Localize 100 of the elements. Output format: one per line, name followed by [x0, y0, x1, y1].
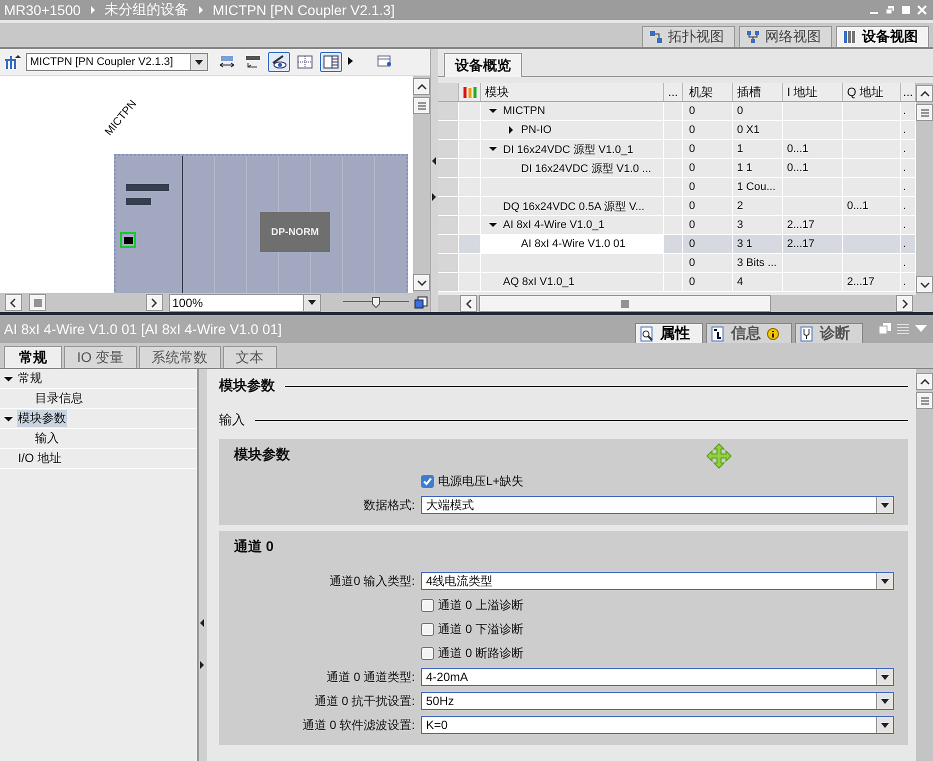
expanded-icon[interactable] [489, 107, 497, 115]
port-icon[interactable] [120, 232, 136, 248]
table-row[interactable]: AI 8xI 4-Wire V1.0 01 0 3 1 2...17 . [438, 235, 916, 254]
checkbox-label[interactable]: 通道 0 下溢诊断 [438, 620, 524, 638]
table-cell: 0 [683, 102, 733, 120]
expanded-icon[interactable] [489, 221, 497, 229]
column-header[interactable]: I 地址 [783, 83, 843, 101]
column-header[interactable]: Q 地址 [843, 83, 901, 101]
column-header[interactable]: ... [664, 83, 683, 101]
grip-icon [621, 300, 629, 308]
network-icon [746, 30, 760, 44]
checkbox[interactable] [421, 622, 434, 636]
nav-item[interactable]: 常规 [17, 370, 43, 387]
checkbox[interactable] [421, 598, 434, 612]
table-row[interactable]: DI 16x24VDC 源型 V1.0_1 0 1 0...1 . [438, 140, 916, 159]
table-row[interactable]: DI 16x24VDC 源型 V1.0 ... 0 1 1 0...1 . [438, 159, 916, 178]
column-header[interactable]: 机架 [683, 83, 733, 101]
property-tab[interactable]: IO 变量 [64, 346, 137, 368]
table-row[interactable]: 0 3 Bits ... . [438, 254, 916, 273]
network-icon[interactable] [4, 54, 22, 70]
property-tab[interactable]: 常规 [4, 346, 62, 368]
dropdown-field[interactable]: 4线电流类型 [421, 572, 894, 590]
panel-tab[interactable]: 属性 [635, 323, 703, 343]
device-rack[interactable]: DP-NORM [114, 154, 408, 293]
collapse-left-icon[interactable] [200, 619, 204, 627]
scroll-thumb[interactable] [916, 392, 933, 409]
expanded-icon[interactable] [4, 414, 13, 422]
tools-icon [462, 85, 476, 99]
property-tab[interactable]: 系统常数 [138, 346, 221, 368]
panel-tab[interactable]: 信息 [706, 323, 792, 343]
nav-item[interactable]: I/O 地址 [17, 450, 62, 467]
device-select[interactable]: MICTPN [PN Coupler V2.1.3] [26, 53, 208, 71]
scroll-thumb[interactable] [413, 97, 430, 114]
status-bar-icon [126, 184, 169, 191]
view-tab[interactable]: 设备视图 [836, 26, 929, 47]
scroll-right-button[interactable] [146, 294, 163, 311]
eye-toolbar-button[interactable] [268, 52, 290, 72]
view-tab[interactable]: 拓扑视图 [642, 26, 735, 47]
nav-item[interactable]: 模块参数 [17, 410, 67, 427]
checkbox-label[interactable]: 通道 0 上溢诊断 [438, 596, 524, 614]
scroll-up-button[interactable] [916, 85, 933, 102]
dropdown-field[interactable]: 50Hz [421, 692, 894, 710]
close-icon[interactable] [917, 5, 927, 15]
grip-icon [32, 298, 43, 306]
panel-tab[interactable]: 诊断 [795, 323, 863, 343]
scroll-down-button[interactable] [413, 274, 430, 291]
expand-right-icon[interactable] [432, 193, 436, 201]
dropdown-field[interactable]: 4-20mA [421, 668, 894, 686]
scroll-left-button[interactable] [4, 294, 22, 311]
scroll-thumb[interactable] [916, 104, 933, 121]
table-cell: 2 [733, 197, 783, 215]
checkbox[interactable] [421, 474, 434, 488]
table-cell: 3 1 [733, 235, 783, 253]
module-name: AQ 8xI V1.0_1 [503, 276, 575, 288]
expanded-icon[interactable] [4, 374, 13, 382]
field-label: 通道 0 抗干扰设置: [313, 692, 415, 710]
table-row[interactable]: DQ 16x24VDC 0.5A 源型 V... 0 2 0...1 . [438, 197, 916, 216]
table-row[interactable]: AQ 8xI V1.0_1 0 4 2...17 . [438, 273, 916, 292]
scroll-up-button[interactable] [413, 78, 430, 95]
zoom-slider[interactable] [343, 296, 410, 308]
table-row[interactable]: MICTPN 0 0 . [438, 102, 916, 121]
collapsed-icon[interactable] [507, 126, 515, 134]
scroll-down-button[interactable] [916, 276, 933, 293]
module-block[interactable]: DP-NORM [260, 212, 330, 252]
column-header[interactable]: 插槽 [733, 83, 783, 101]
table-row[interactable]: 0 1 Cou... . [438, 178, 916, 197]
column-header[interactable]: 模块 [481, 83, 664, 101]
table-cell: 4 [733, 273, 783, 291]
dropdown-field[interactable]: 大端模式 [421, 496, 894, 514]
scroll-thumb[interactable] [479, 295, 771, 312]
breadcrumb-arrow-icon [90, 6, 96, 14]
checkbox-label[interactable]: 电源电压L+缺失 [438, 472, 524, 490]
restore-icon[interactable] [885, 5, 895, 15]
table-toolbar-button[interactable] [320, 52, 342, 72]
table-row[interactable]: PN-IO 0 0 X1 . [438, 121, 916, 140]
maximize-icon[interactable] [901, 5, 911, 15]
collapse-left-icon[interactable] [432, 157, 436, 165]
nav-item[interactable]: 输入 [34, 430, 60, 447]
view-tab[interactable]: 网络视图 [739, 26, 832, 47]
overview-window-icon[interactable] [414, 296, 428, 310]
zoom-select[interactable]: 100% [169, 294, 322, 312]
scroll-up-button[interactable] [916, 373, 933, 390]
grid-icon [297, 55, 313, 69]
nav-item[interactable]: 目录信息 [34, 390, 84, 407]
grip-icon [920, 108, 930, 116]
scroll-thumb[interactable] [29, 294, 46, 311]
property-tab[interactable]: 文本 [222, 346, 277, 368]
scroll-right-button[interactable] [896, 295, 913, 312]
dropdown-field[interactable]: K=0 [421, 716, 894, 734]
device-overview-tab[interactable]: 设备概览 [444, 53, 522, 77]
expand-right-icon[interactable] [200, 661, 204, 669]
info-document-icon [711, 326, 725, 342]
section-title: 通道 0 [233, 538, 274, 556]
scroll-left-button[interactable] [460, 295, 477, 312]
table-row[interactable]: AI 8xI 4-Wire V1.0_1 0 3 2...17 . [438, 216, 916, 235]
checkbox-label[interactable]: 通道 0 断路诊断 [438, 644, 524, 662]
checkbox[interactable] [421, 646, 434, 660]
slider-thumb[interactable] [372, 296, 380, 308]
expanded-icon[interactable] [489, 145, 497, 153]
module-name: AI 8xI 4-Wire V1.0_1 [503, 219, 604, 231]
